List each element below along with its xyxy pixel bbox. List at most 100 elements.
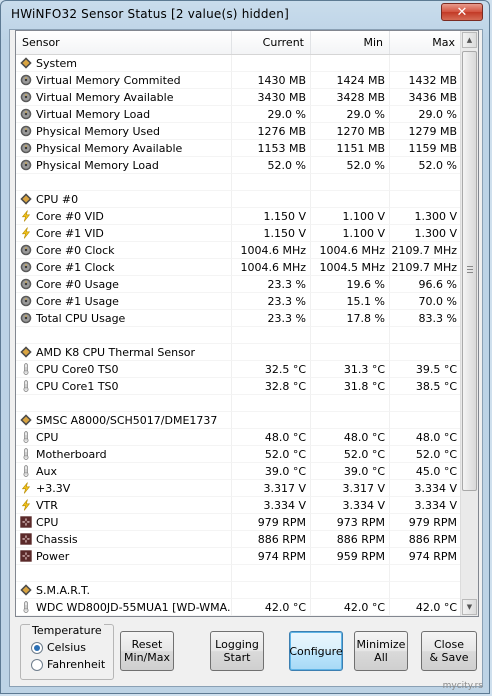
min-value: 1424 MB [311,72,390,89]
sensor-row[interactable]: +3.3V 3.317 V 3.317 V 3.334 V [16,480,462,497]
sensor-name: Power [16,548,232,565]
scroll-thumb[interactable] [462,51,477,491]
sensor-name: Core #1 Usage [16,293,232,310]
min-value [311,344,390,361]
sensor-row[interactable]: Motherboard 52.0 °C 52.0 °C 52.0 °C [16,446,462,463]
scroll-up-button[interactable]: ▲ [462,32,477,48]
sensor-group-row[interactable]: System [16,55,462,72]
minimize-all-button[interactable]: Minimize All [354,631,408,671]
sensor-row[interactable]: CPU 48.0 °C 48.0 °C 48.0 °C [16,429,462,446]
max-value: 70.0 % [390,293,462,310]
min-value [311,412,390,429]
configure-button[interactable]: Configure [289,631,343,671]
current-value: 32.5 °C [232,361,311,378]
min-value: 3.334 V [311,497,390,514]
current-value: 979 RPM [232,514,311,531]
column-header-current[interactable]: Current [232,31,311,54]
sensor-name: +3.3V [16,480,232,497]
column-header-sensor[interactable]: Sensor [16,31,232,54]
max-value: 1.300 V [390,225,462,242]
current-value: 974 RPM [232,548,311,565]
sensor-row[interactable]: Virtual Memory Commited 1430 MB 1424 MB 143… [16,72,462,89]
group-name: CPU #0 [16,191,232,208]
blank-row [16,327,462,344]
min-value: 1.100 V [311,225,390,242]
empty-cell [16,174,232,191]
sensor-row[interactable]: VTR 3.334 V 3.334 V 3.334 V [16,497,462,514]
row-label: Core #0 Usage [36,278,119,291]
empty-cell [311,565,390,582]
fahrenheit-radio[interactable] [31,659,43,671]
current-value: 3.317 V [232,480,311,497]
reset-min-max-button[interactable]: Reset Min/Max [120,631,174,671]
column-header-min[interactable]: Min [311,31,390,54]
row-label: CPU Core0 TS0 [36,363,119,376]
sensor-name: Physical Memory Available [16,140,232,157]
sensor-row[interactable]: Physical Memory Used 1276 MB 1270 MB 1279 M… [16,123,462,140]
window-title: HWiNFO32 Sensor Status [2 value(s) hidde… [11,7,289,21]
sensor-name: WDC WD800JD-55MUA1 [WD-WMA... [16,599,232,616]
row-label: Aux [36,465,58,478]
title-bar[interactable]: HWiNFO32 Sensor Status [2 value(s) hidde… [1,1,489,29]
sensor-row[interactable]: Aux 39.0 °C 39.0 °C 45.0 °C [16,463,462,480]
sensor-row[interactable]: Total CPU Usage 23.3 % 17.8 % 83.3 % [16,310,462,327]
empty-cell [232,174,311,191]
sensor-row[interactable]: Physical Memory Load 52.0 % 52.0 % 52.0 % [16,157,462,174]
sensor-group-row[interactable]: CPU #0 [16,191,462,208]
min-value: 973 RPM [311,514,390,531]
empty-cell [16,565,232,582]
min-value: 48.0 °C [311,429,390,446]
sensor-row[interactable]: CPU Core0 TS0 32.5 °C 31.3 °C 39.5 °C [16,361,462,378]
max-value: 83.3 % [390,310,462,327]
sensor-name: Aux [16,463,232,480]
current-value: 1.150 V [232,225,311,242]
sensor-name: VTR [16,497,232,514]
sensor-row[interactable]: CPU 979 RPM 973 RPM 979 RPM [16,514,462,531]
min-value: 17.8 % [311,310,390,327]
temperature-group: Temperature Celsius Fahrenheit [20,624,114,680]
sensor-row[interactable]: Physical Memory Available 1153 MB 1151 MB 1… [16,140,462,157]
max-value: 38.5 °C [390,378,462,395]
sensor-row[interactable]: Power 974 RPM 959 RPM 974 RPM [16,548,462,565]
current-value: 42.0 °C [232,599,311,616]
sensor-row[interactable]: WDC WD800JD-55MUA1 [WD-WMA... 42.0 °C 42.0… [16,599,462,616]
logging-start-button[interactable]: Logging Start [210,631,264,671]
max-value: 52.0 % [390,157,462,174]
sensor-group-row[interactable]: S.M.A.R.T. [16,582,462,599]
sensor-row[interactable]: Core #1 Clock 1004.6 MHz 1004.5 MHz 2109.7 … [16,259,462,276]
min-value [311,55,390,72]
row-label: System [36,57,78,70]
sensor-row[interactable]: Core #0 VID 1.150 V 1.100 V 1.300 V [16,208,462,225]
row-label: CPU [36,516,59,529]
sensor-name: Core #1 Clock [16,259,232,276]
sensor-row[interactable]: Core #0 Usage 23.3 % 19.6 % 96.6 % [16,276,462,293]
row-label: Physical Memory Available [36,142,183,155]
column-header-max[interactable]: Max [390,31,462,54]
close-save-button[interactable]: Close & Save [421,631,477,671]
max-value: 974 RPM [390,548,462,565]
sensor-row[interactable]: Core #1 Usage 23.3 % 15.1 % 70.0 % [16,293,462,310]
group-name: SMSC A8000/SCH5017/DME1737 [16,412,232,429]
empty-cell [232,565,311,582]
current-value: 1.150 V [232,208,311,225]
sensor-row[interactable]: Chassis 886 RPM 886 RPM 886 RPM [16,531,462,548]
vertical-scrollbar[interactable]: ▲ ▼ [460,31,478,616]
current-value: 52.0 % [232,157,311,174]
sensor-group-row[interactable]: SMSC A8000/SCH5017/DME1737 [16,412,462,429]
window-close-button[interactable]: ✕ [441,3,483,21]
celsius-radio[interactable] [31,642,43,654]
max-value [390,582,462,599]
fahrenheit-label[interactable]: Fahrenheit [47,658,105,671]
sensor-row[interactable]: Virtual Memory Available 3430 MB 3428 MB 34… [16,89,462,106]
max-value: 2109.7 MHz [390,259,462,276]
sensor-row[interactable]: CPU Core1 TS0 32.8 °C 31.8 °C 38.5 °C [16,378,462,395]
scroll-down-button[interactable]: ▼ [462,599,477,615]
sensor-row[interactable]: Core #0 Clock 1004.6 MHz 1004.6 MHz 2109.7 … [16,242,462,259]
bottom-panel: Temperature Celsius Fahrenheit Reset Min… [10,618,482,686]
empty-cell [232,327,311,344]
sensor-row[interactable]: Core #1 VID 1.150 V 1.100 V 1.300 V [16,225,462,242]
current-value: 23.3 % [232,310,311,327]
celsius-label[interactable]: Celsius [47,641,86,654]
sensor-group-row[interactable]: AMD K8 CPU Thermal Sensor [16,344,462,361]
sensor-row[interactable]: Virtual Memory Load 29.0 % 29.0 % 29.0 % [16,106,462,123]
